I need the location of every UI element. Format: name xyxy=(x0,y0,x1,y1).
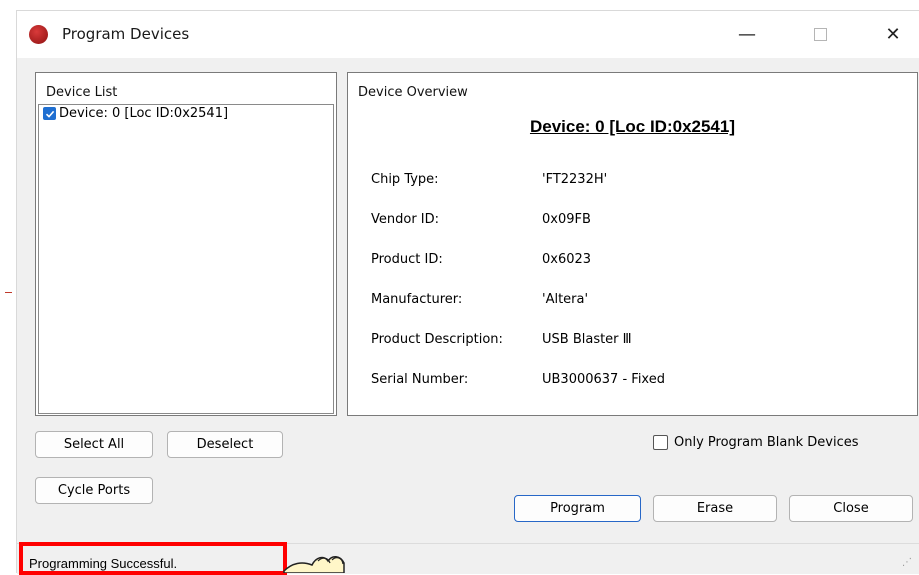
resize-grip-icon[interactable]: ⋰ xyxy=(902,557,912,568)
product-description-value: USB Blaster Ⅲ xyxy=(542,332,632,347)
select-all-button[interactable]: Select All xyxy=(35,431,153,458)
pointing-hand-icon xyxy=(283,556,345,573)
vendor-id-label: Vendor ID: xyxy=(371,212,440,227)
background-mark xyxy=(5,292,12,293)
manufacturer-value: 'Altera' xyxy=(542,292,589,307)
device-overview-group: Device Overview Device: 0 [Loc ID:0x2541… xyxy=(347,72,918,416)
manufacturer-label: Manufacturer: xyxy=(371,292,463,307)
device-list[interactable]: Device: 0 [Loc ID:0x2541] xyxy=(38,104,334,414)
chip-type-label: Chip Type: xyxy=(371,172,439,187)
device-item-label: Device: 0 [Loc ID:0x2541] xyxy=(59,106,229,121)
serial-number-value: UB3000637 - Fixed xyxy=(542,372,665,387)
device-list-group: Device List Device: 0 [Loc ID:0x2541] xyxy=(35,72,337,416)
close-button[interactable]: Close xyxy=(789,495,913,522)
product-id-value: 0x6023 xyxy=(542,252,592,267)
close-window-button[interactable]: ✕ xyxy=(865,11,919,58)
device-heading: Device: 0 [Loc ID:0x2541] xyxy=(529,117,736,136)
program-button[interactable]: Program xyxy=(514,495,641,522)
vendor-id-value: 0x09FB xyxy=(542,212,591,227)
status-highlight-box xyxy=(19,542,287,575)
device-overview-title: Device Overview xyxy=(358,85,468,100)
chip-type-value: 'FT2232H' xyxy=(542,172,608,187)
device-checkbox[interactable] xyxy=(43,107,56,120)
cycle-ports-button[interactable]: Cycle Ports xyxy=(35,477,153,504)
product-description-label: Product Description: xyxy=(371,332,503,347)
only-blank-checkbox[interactable] xyxy=(653,435,668,450)
app-icon xyxy=(29,25,48,44)
program-devices-window: Program Devices — ✕ Device List Device: … xyxy=(16,10,919,575)
maximize-icon xyxy=(813,28,827,41)
checkmark-icon xyxy=(45,110,54,118)
erase-button[interactable]: Erase xyxy=(653,495,777,522)
minimize-icon: — xyxy=(738,24,756,45)
product-id-label: Product ID: xyxy=(371,252,443,267)
device-list-item[interactable]: Device: 0 [Loc ID:0x2541] xyxy=(43,106,228,121)
serial-number-label: Serial Number: xyxy=(371,372,469,387)
title-bar: Program Devices — ✕ xyxy=(17,11,919,58)
only-blank-label: Only Program Blank Devices xyxy=(674,435,859,450)
deselect-button[interactable]: Deselect xyxy=(167,431,283,458)
only-blank-option[interactable]: Only Program Blank Devices xyxy=(653,435,859,450)
device-overview-panel: Device: 0 [Loc ID:0x2541] Chip Type: 'FT… xyxy=(350,104,915,414)
window-title: Program Devices xyxy=(62,25,190,43)
background-strip xyxy=(0,0,919,10)
minimize-button[interactable]: — xyxy=(719,11,775,58)
close-icon: ✕ xyxy=(885,24,901,45)
maximize-button[interactable] xyxy=(792,11,848,58)
device-list-title: Device List xyxy=(46,85,118,100)
